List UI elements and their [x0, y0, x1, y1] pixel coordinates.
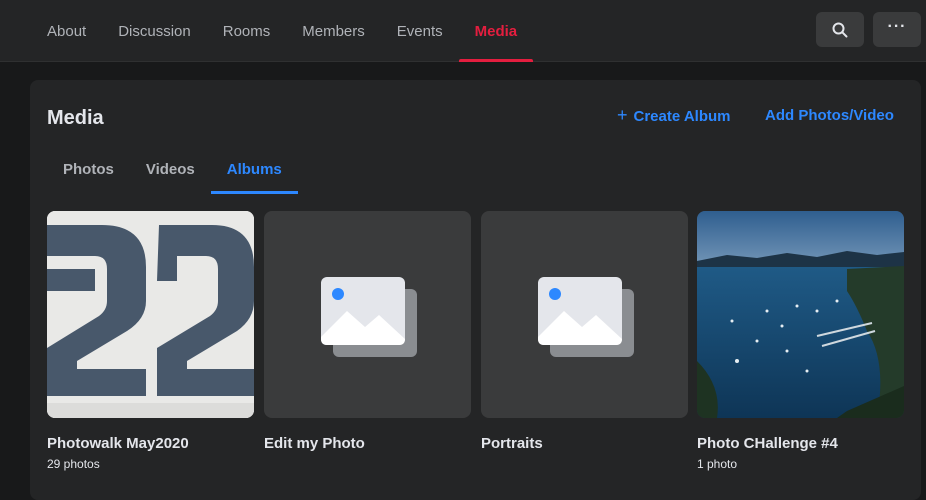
- tab-about[interactable]: About: [31, 0, 102, 62]
- tab-events[interactable]: Events: [381, 0, 459, 62]
- album-card[interactable]: Photo CHallenge #4 1 photo: [697, 211, 904, 471]
- album-card[interactable]: Photowalk May2020 29 photos: [47, 211, 254, 471]
- album-thumbnail[interactable]: [47, 211, 254, 418]
- group-top-nav: About Discussion Rooms Members Events Me…: [0, 0, 926, 62]
- add-photos-video-label: Add Photos/Video: [765, 107, 894, 124]
- album-name[interactable]: Edit my Photo: [264, 435, 471, 452]
- create-album-button[interactable]: + Create Album: [617, 105, 731, 126]
- tab-members[interactable]: Members: [286, 0, 381, 62]
- number-22-photo: [47, 211, 254, 418]
- more-options-button[interactable]: ···: [873, 12, 921, 47]
- create-album-label: Create Album: [633, 108, 731, 125]
- album-thumbnail[interactable]: [264, 211, 471, 418]
- subtab-videos[interactable]: Videos: [130, 144, 211, 194]
- tab-rooms[interactable]: Rooms: [207, 0, 287, 62]
- tab-media[interactable]: Media: [458, 0, 534, 62]
- album-name[interactable]: Portraits: [481, 435, 688, 452]
- media-subtabs: Photos Videos Albums: [47, 144, 298, 194]
- page-title: Media: [47, 107, 104, 129]
- media-card: Media + Create Album Add Photos/Video Ph…: [30, 80, 921, 500]
- album-photo-count: 29 photos: [47, 457, 100, 471]
- placeholder-image-icon: [321, 277, 417, 357]
- search-icon: [832, 22, 848, 37]
- album-photo-count: 1 photo: [697, 457, 738, 471]
- harbor-photo: [697, 211, 904, 418]
- album-card[interactable]: Portraits: [481, 211, 688, 452]
- album-name[interactable]: Photo CHallenge #4: [697, 435, 904, 452]
- album-name[interactable]: Photowalk May2020: [47, 435, 254, 452]
- subtab-photos[interactable]: Photos: [47, 144, 130, 194]
- tab-discussion[interactable]: Discussion: [102, 0, 207, 62]
- placeholder-image-icon: [538, 277, 634, 357]
- group-tabs: About Discussion Rooms Members Events Me…: [31, 0, 533, 62]
- plus-icon: +: [617, 105, 628, 125]
- add-photos-video-button[interactable]: Add Photos/Video: [765, 107, 894, 124]
- album-thumbnail[interactable]: [697, 211, 904, 418]
- album-card[interactable]: Edit my Photo: [264, 211, 471, 452]
- search-button[interactable]: [816, 12, 864, 47]
- album-thumbnail[interactable]: [481, 211, 688, 418]
- more-icon: ···: [887, 17, 907, 35]
- subtab-albums[interactable]: Albums: [210, 144, 298, 194]
